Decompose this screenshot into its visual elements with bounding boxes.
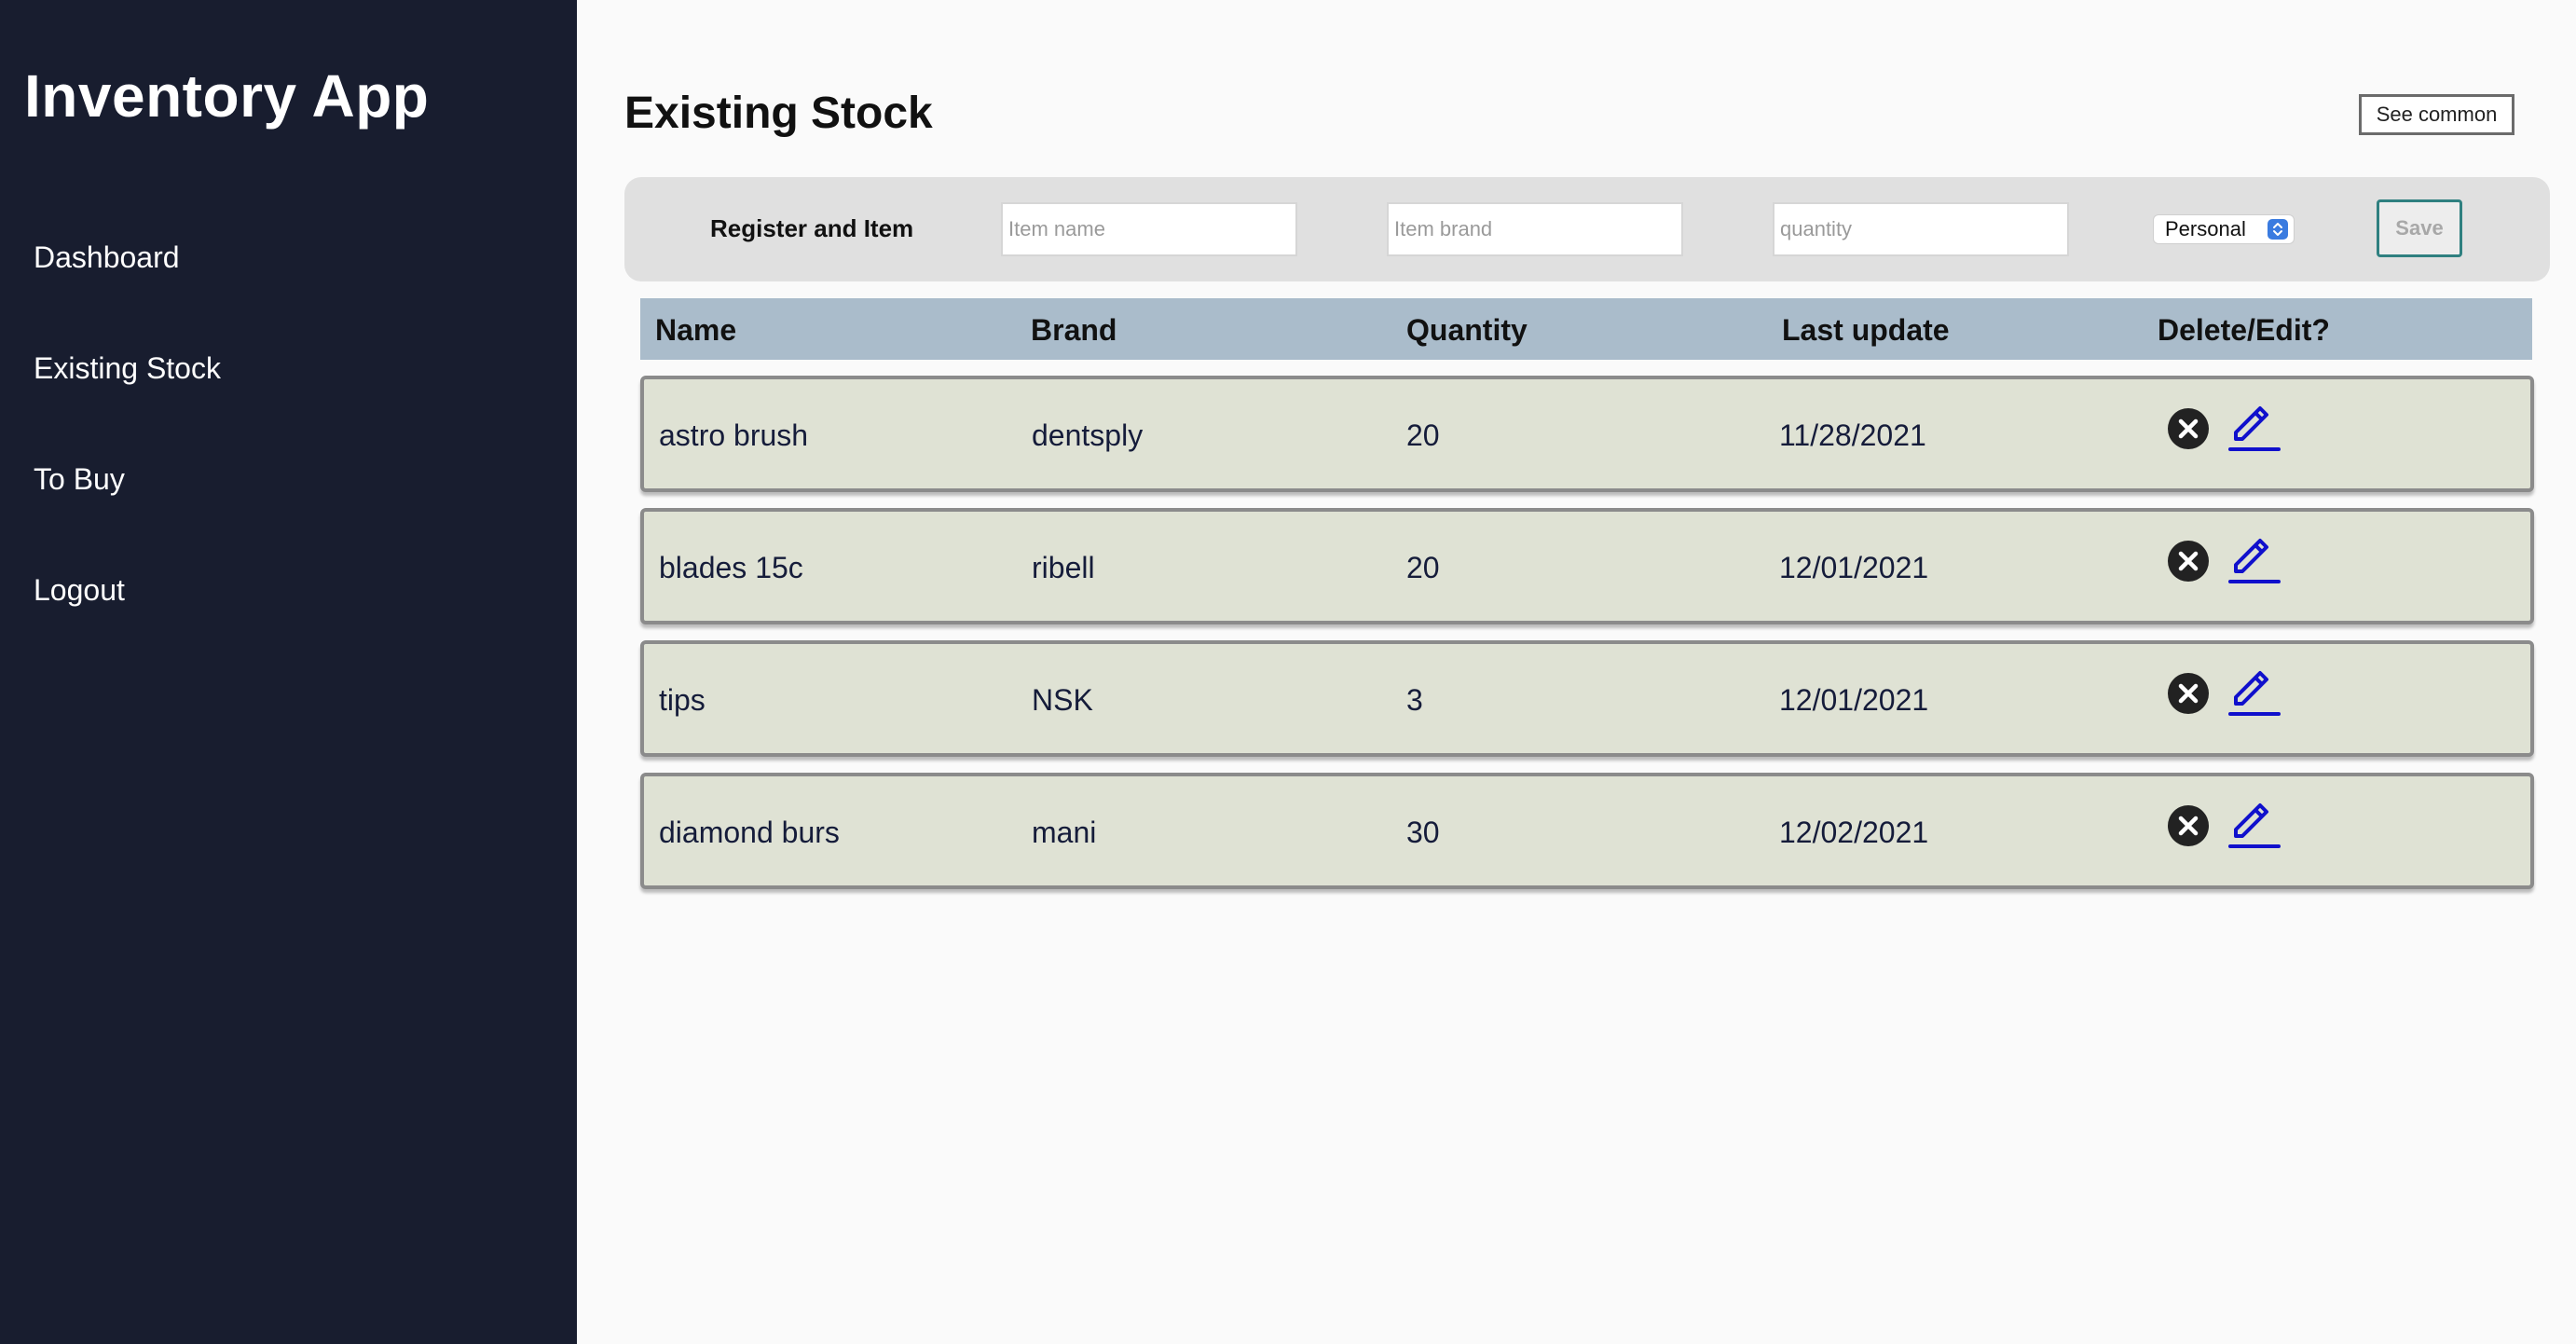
page-title: Existing Stock (624, 89, 933, 138)
app-title: Inventory App (24, 62, 430, 130)
quantity-input[interactable] (1773, 202, 2069, 256)
header-delete-edit: Delete/Edit? (2158, 313, 2330, 347)
table-header: Name Brand Quantity Last update Delete/E… (640, 298, 2532, 360)
save-button[interactable]: Save (2377, 199, 2462, 257)
table-row: tips NSK 3 12/01/2021 (640, 640, 2534, 757)
cell-last-update: 12/02/2021 (1779, 816, 1929, 849)
see-common-button[interactable]: See common (2359, 94, 2514, 135)
cell-quantity: 3 (1406, 683, 1423, 717)
header-brand: Brand (1031, 313, 1117, 347)
table-row: astro brush dentsply 20 11/28/2021 (640, 376, 2534, 492)
sidebar-item-to-buy[interactable]: To Buy (34, 462, 125, 497)
cell-last-update: 11/28/2021 (1779, 418, 1926, 452)
cell-quantity: 30 (1406, 816, 1440, 849)
register-form: Register and Item Personal Save (624, 177, 2550, 281)
pencil-icon[interactable] (2228, 799, 2281, 851)
cell-quantity: 20 (1406, 418, 1440, 452)
pencil-icon[interactable] (2228, 402, 2281, 454)
header-quantity: Quantity (1406, 313, 1528, 347)
table-row: diamond burs mani 30 12/02/2021 (640, 773, 2534, 889)
sidebar-item-logout[interactable]: Logout (34, 573, 125, 608)
sidebar-item-dashboard[interactable]: Dashboard (34, 240, 180, 275)
x-circle-icon[interactable] (2167, 407, 2210, 450)
x-circle-icon[interactable] (2167, 804, 2210, 847)
register-label: Register and Item (710, 214, 914, 242)
cell-quantity: 20 (1406, 551, 1440, 584)
cell-last-update: 12/01/2021 (1779, 683, 1929, 717)
item-name-input[interactable] (1001, 202, 1297, 256)
cell-name: blades 15c (659, 551, 803, 584)
cell-brand: mani (1032, 816, 1097, 849)
cell-name: diamond burs (659, 816, 840, 849)
main-content: Existing Stock See common Register and I… (577, 0, 2576, 1344)
cell-name: astro brush (659, 418, 809, 452)
cell-name: tips (659, 683, 706, 717)
table-row: blades 15c ribell 20 12/01/2021 (640, 508, 2534, 624)
x-circle-icon[interactable] (2167, 540, 2210, 583)
sidebar: Inventory App Dashboard Existing Stock T… (0, 0, 577, 1344)
cell-brand: NSK (1032, 683, 1093, 717)
header-name: Name (655, 313, 737, 347)
category-select[interactable]: Personal (2153, 214, 2295, 244)
x-circle-icon[interactable] (2167, 672, 2210, 715)
select-arrows-icon (2268, 219, 2288, 240)
cell-brand: ribell (1032, 551, 1095, 584)
cell-last-update: 12/01/2021 (1779, 551, 1929, 584)
header-last-update: Last update (1782, 313, 1950, 347)
sidebar-item-existing-stock[interactable]: Existing Stock (34, 351, 221, 386)
item-brand-input[interactable] (1387, 202, 1683, 256)
pencil-icon[interactable] (2228, 534, 2281, 586)
pencil-icon[interactable] (2228, 666, 2281, 719)
category-select-value: Personal (2165, 217, 2246, 240)
cell-brand: dentsply (1032, 418, 1144, 452)
app-root: Inventory App Dashboard Existing Stock T… (0, 0, 2576, 1344)
